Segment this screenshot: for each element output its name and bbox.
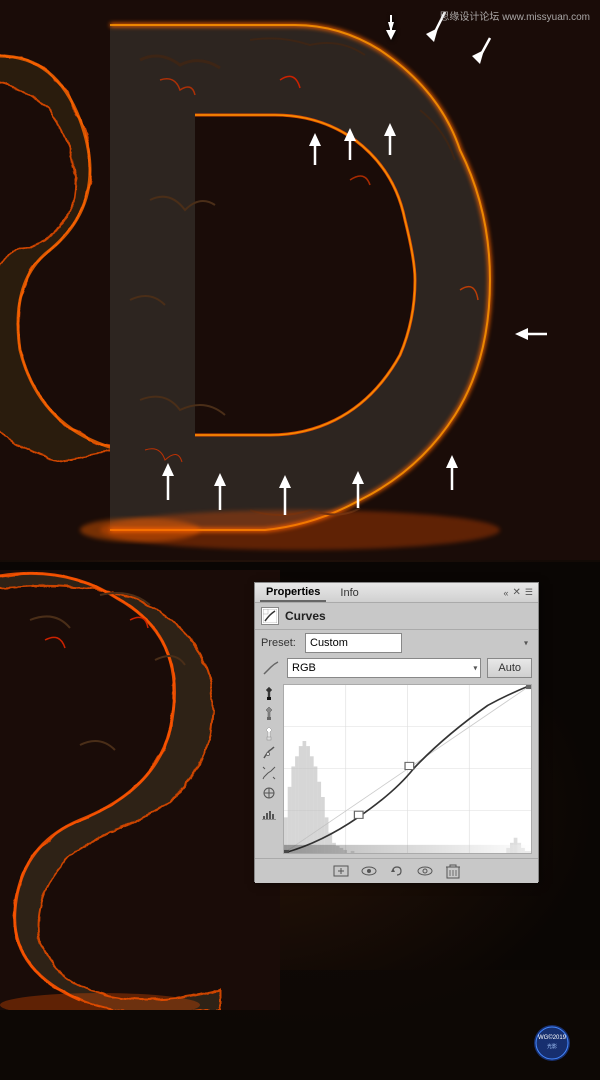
- preset-select-wrapper: Custom Default Strong Contrast Increase …: [305, 633, 532, 653]
- watermark-top: 思缘设计论坛 www.missyuan.com: [439, 8, 590, 23]
- curves-title: Curves: [285, 609, 326, 623]
- preset-row: Preset: Custom Default Strong Contrast I…: [255, 630, 538, 656]
- delete-button[interactable]: [443, 862, 463, 880]
- channel-select[interactable]: RGB Red Green Blue: [287, 658, 481, 678]
- svg-text:光影: 光影: [547, 1043, 557, 1050]
- properties-panel: Properties Info « ✕ ☰ Curves Preset: Cus…: [254, 582, 539, 882]
- smooth-curve-tool[interactable]: [259, 764, 279, 782]
- tools-and-graph: [255, 680, 538, 858]
- preset-label: Preset:: [261, 637, 299, 649]
- curve-pencil-tool[interactable]: [259, 744, 279, 762]
- add-mask-button[interactable]: [331, 862, 351, 880]
- panel-menu-button[interactable]: ☰: [525, 587, 533, 598]
- curves-icon: [261, 607, 279, 625]
- watermark-bottom: WG©2019 光影: [512, 1023, 592, 1068]
- auto-button[interactable]: Auto: [487, 658, 532, 678]
- panel-tabs: Properties Info: [260, 584, 365, 602]
- eyedropper-black-tool[interactable]: [259, 684, 279, 702]
- channel-select-wrapper: RGB Red Green Blue ▾: [287, 658, 481, 678]
- histogram-display-icon[interactable]: [259, 804, 279, 822]
- reset-button[interactable]: [387, 862, 407, 880]
- panel-title-section: Curves: [255, 603, 538, 630]
- section-divider: [0, 562, 600, 570]
- curve-line-icon: [261, 658, 281, 678]
- tab-properties[interactable]: Properties: [260, 584, 326, 602]
- visibility-toggle-button[interactable]: [359, 862, 379, 880]
- eyedropper-white-tool[interactable]: [259, 724, 279, 742]
- preset-select[interactable]: Custom Default Strong Contrast Increase …: [305, 633, 402, 653]
- on-canvas-tool[interactable]: [259, 784, 279, 802]
- curves-graph[interactable]: [283, 684, 532, 854]
- tab-info[interactable]: Info: [334, 585, 364, 601]
- preset-select-arrow: ▾: [524, 639, 528, 648]
- fire-letter-s-bottom: [0, 570, 280, 1010]
- eyedropper-gray-tool[interactable]: [259, 704, 279, 722]
- panel-collapse-button[interactable]: «: [504, 588, 509, 598]
- tool-icons: [255, 682, 283, 856]
- panel-footer: [255, 858, 538, 883]
- channel-row: RGB Red Green Blue ▾ Auto: [255, 656, 538, 680]
- svg-text:WG©2019: WG©2019: [538, 1034, 567, 1041]
- panel-controls: « ✕ ☰: [504, 587, 533, 598]
- fire-letters-top: [0, 0, 600, 560]
- panel-close-button[interactable]: ✕: [513, 587, 521, 598]
- panel-titlebar: Properties Info « ✕ ☰: [255, 583, 538, 603]
- view-previous-button[interactable]: [415, 862, 435, 880]
